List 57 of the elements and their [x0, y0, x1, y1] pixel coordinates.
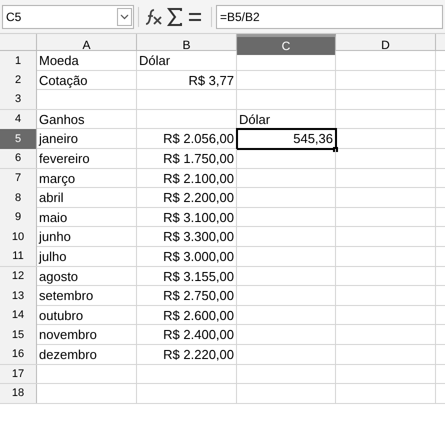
- row-header[interactable]: 18: [0, 384, 37, 403]
- equals-icon[interactable]: [187, 10, 203, 22]
- table-cell[interactable]: agosto: [37, 266, 137, 286]
- formula-input[interactable]: =B5/B2: [216, 4, 443, 28]
- row-header[interactable]: 2: [0, 70, 37, 90]
- row-header[interactable]: 9: [0, 208, 37, 228]
- row-header[interactable]: 8: [0, 188, 37, 208]
- table-cell[interactable]: Ganhos: [37, 110, 137, 130]
- row-header[interactable]: 10: [0, 227, 37, 247]
- table-cell[interactable]: R$ 3.100,00: [137, 208, 237, 228]
- table-cell[interactable]: R$ 3.300,00: [137, 227, 237, 247]
- table-cell[interactable]: julho: [37, 246, 137, 266]
- table-cell[interactable]: Cotação: [37, 70, 137, 90]
- row-header[interactable]: 4: [0, 110, 37, 130]
- table-cell[interactable]: outubro: [37, 306, 137, 326]
- table-cell[interactable]: novembro: [37, 325, 137, 345]
- table-cell[interactable]: R$ 2.600,00: [137, 306, 237, 326]
- row-header[interactable]: 7: [0, 168, 37, 188]
- row-header[interactable]: 17: [0, 364, 37, 384]
- table-cell[interactable]: dezembro: [37, 344, 137, 364]
- selected-cell[interactable]: 545,36: [237, 129, 336, 149]
- dropdown-icon[interactable]: [117, 8, 132, 26]
- table-cell[interactable]: R$ 2.400,00: [137, 325, 237, 345]
- row-header[interactable]: 5: [0, 129, 37, 149]
- name-box[interactable]: C5: [2, 4, 134, 28]
- table-cell[interactable]: setembro: [37, 286, 137, 306]
- row-header[interactable]: 16: [0, 344, 37, 364]
- table-cell[interactable]: R$ 3.155,00: [137, 266, 237, 286]
- table-cell[interactable]: março: [37, 168, 137, 188]
- table-cell[interactable]: maio: [37, 208, 137, 228]
- column-header[interactable]: D: [336, 34, 436, 55]
- table-cell[interactable]: abril: [37, 188, 137, 208]
- table-cell[interactable]: R$ 3,77: [137, 70, 237, 90]
- column-header[interactable]: C: [237, 34, 336, 55]
- table-cell[interactable]: R$ 2.200,00: [137, 188, 237, 208]
- table-cell[interactable]: fevereiro: [37, 148, 137, 168]
- row-header[interactable]: 3: [0, 90, 37, 109]
- row-header[interactable]: 1: [0, 51, 37, 70]
- row-header[interactable]: 6: [0, 148, 37, 168]
- sum-icon[interactable]: [167, 8, 183, 26]
- row-header[interactable]: 15: [0, 325, 37, 345]
- row-header[interactable]: 12: [0, 266, 37, 286]
- table-cell[interactable]: R$ 2.100,00: [137, 168, 237, 188]
- table-cell[interactable]: Dólar: [237, 110, 336, 130]
- row-header[interactable]: 13: [0, 286, 37, 306]
- table-cell[interactable]: R$ 1.750,00: [137, 148, 237, 168]
- table-cell[interactable]: junho: [37, 227, 137, 247]
- table-cell[interactable]: janeiro: [37, 129, 137, 149]
- table-cell[interactable]: R$ 3.000,00: [137, 246, 237, 266]
- row-header[interactable]: 11: [0, 246, 37, 266]
- table-cell[interactable]: Dólar: [137, 51, 237, 70]
- table-cell[interactable]: R$ 2.056,00: [137, 129, 237, 149]
- row-header[interactable]: 14: [0, 306, 37, 326]
- table-cell[interactable]: R$ 2.750,00: [137, 286, 237, 306]
- function-wizard-icon[interactable]: [143, 8, 163, 24]
- table-cell[interactable]: Moeda: [37, 51, 137, 70]
- table-cell[interactable]: R$ 2.220,00: [137, 344, 237, 364]
